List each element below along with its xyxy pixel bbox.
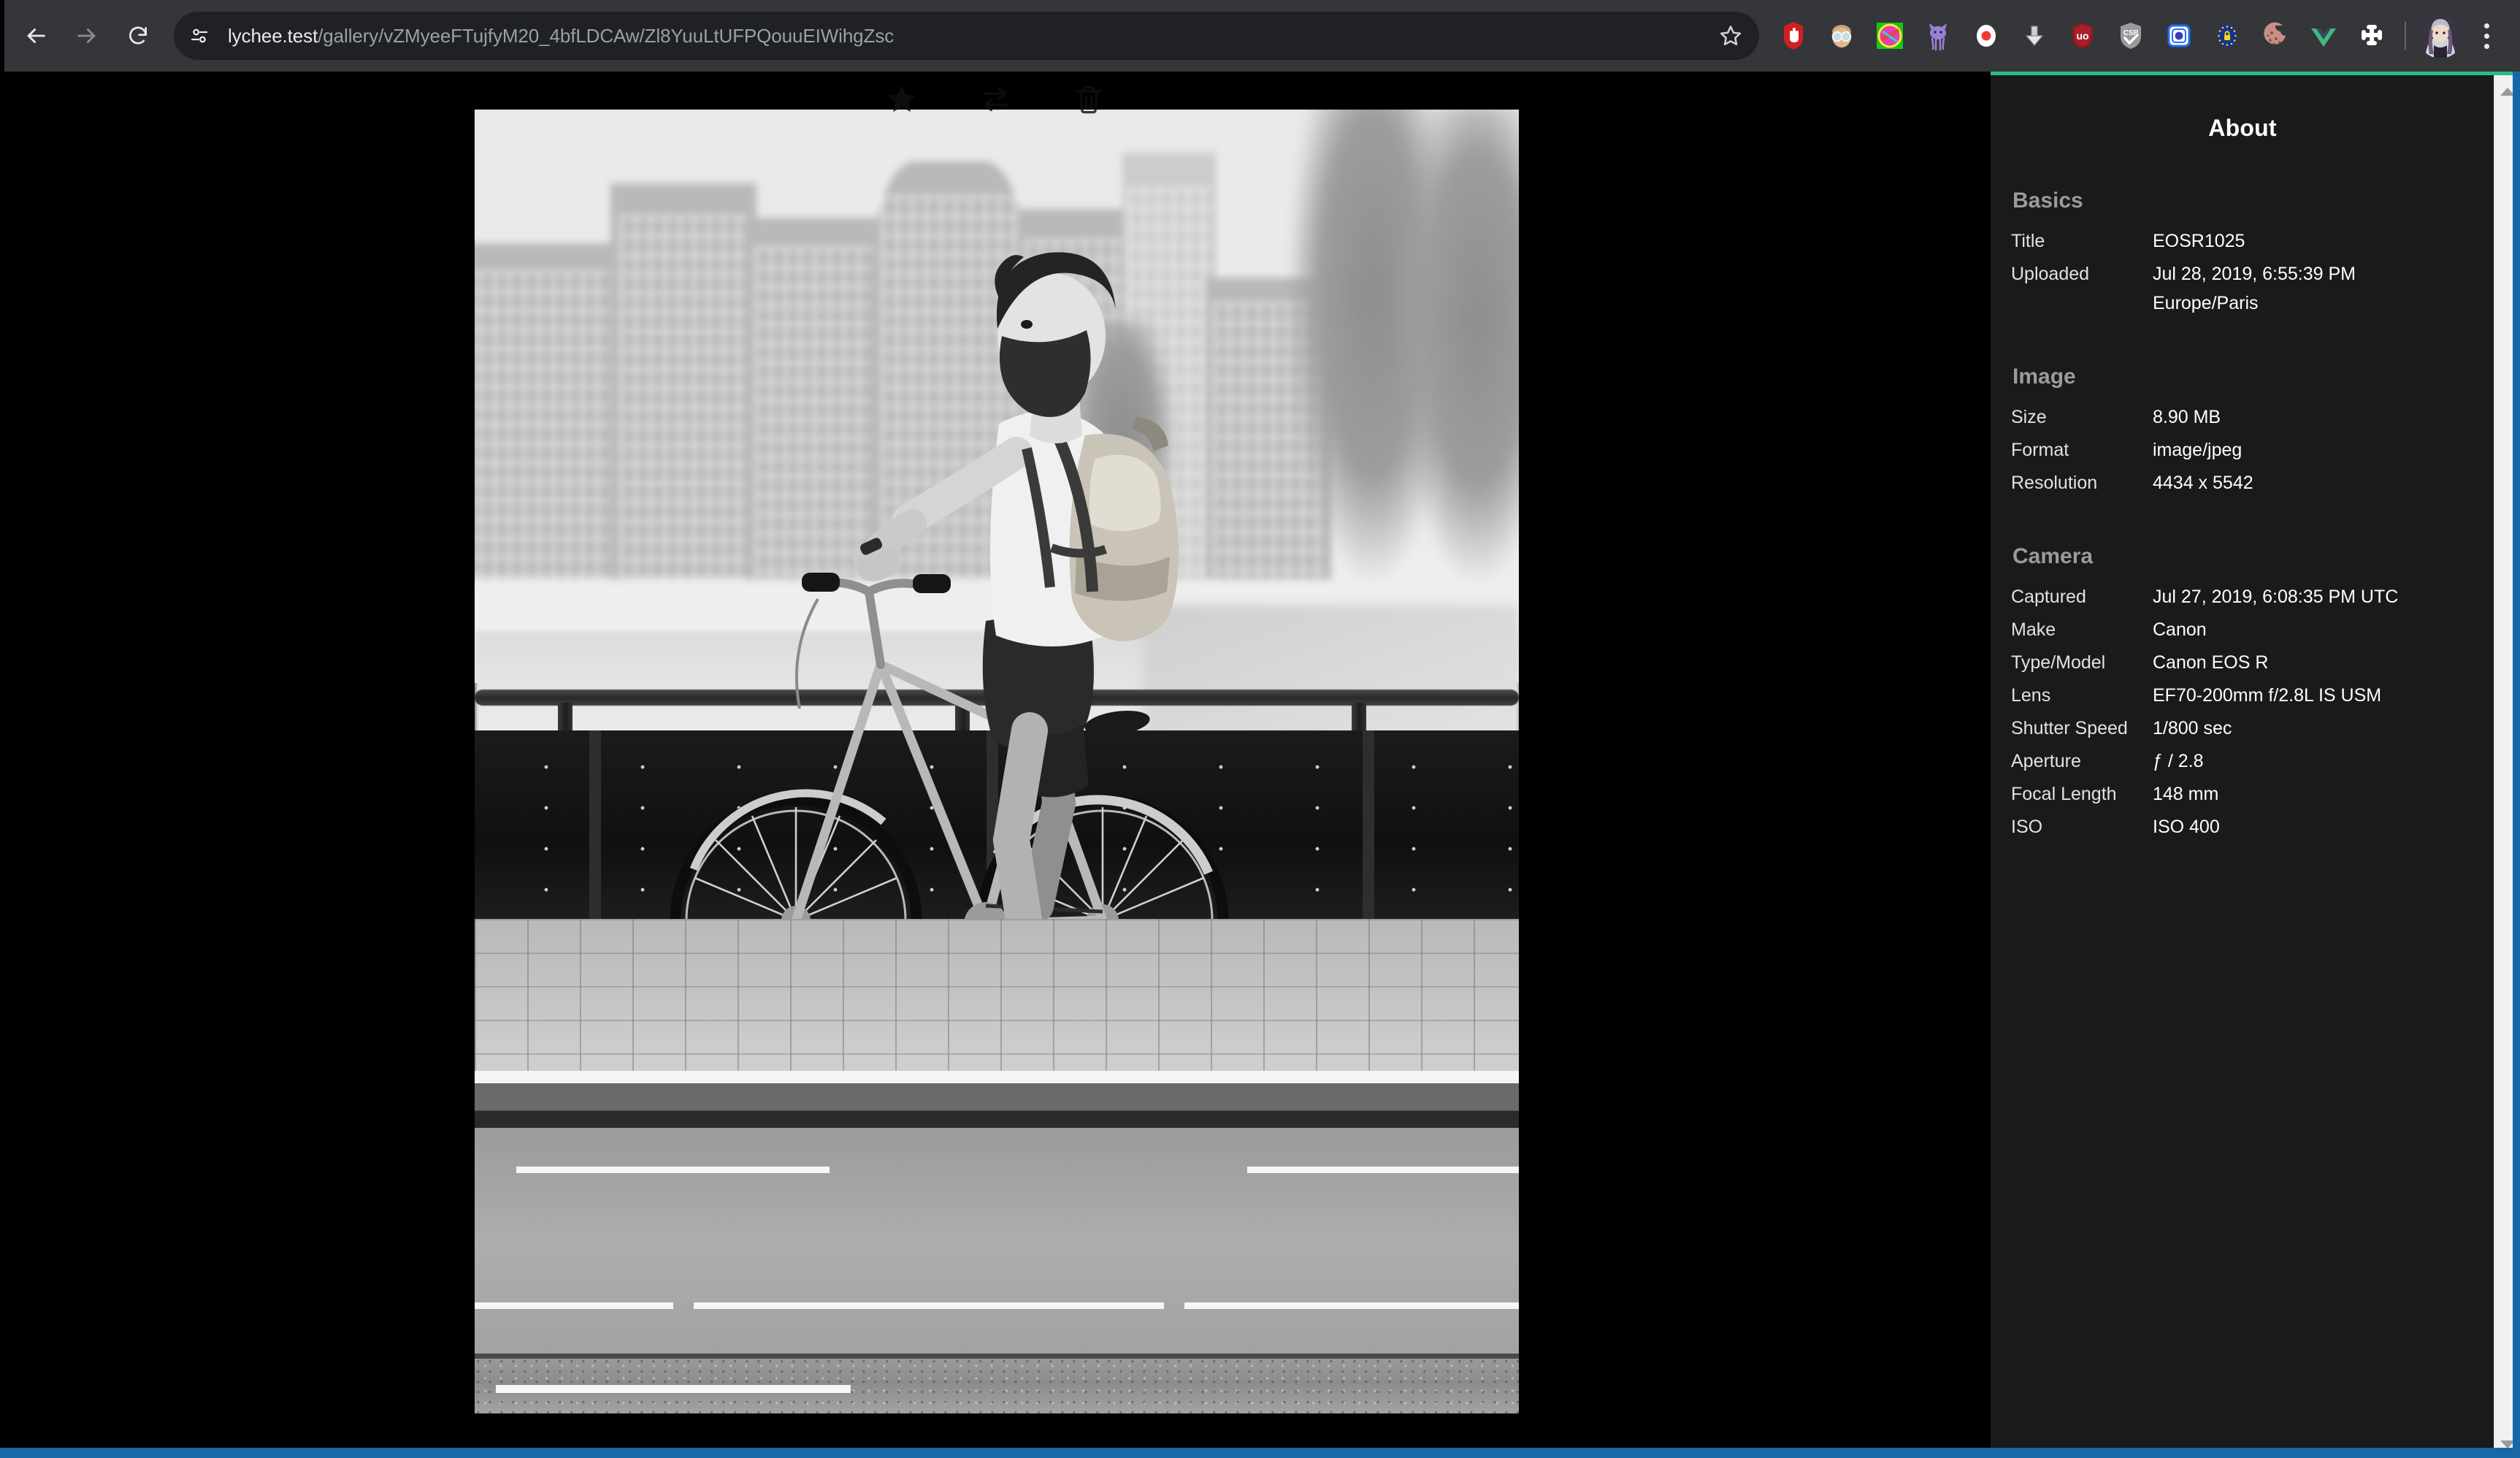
photo-pavement xyxy=(475,919,1519,1071)
field-value: EF70-200mm f/2.8L IS USM xyxy=(2153,685,2382,706)
photo-image[interactable] xyxy=(475,110,1519,1413)
toolbar-divider xyxy=(2405,21,2406,50)
avatar[interactable] xyxy=(2418,13,2463,58)
field-label: Type/Model xyxy=(2011,652,2106,673)
back-button[interactable] xyxy=(13,13,58,58)
field-label: Title xyxy=(2011,231,2045,251)
field-label: Size xyxy=(2011,407,2047,427)
puzzle-piece-icon[interactable] xyxy=(2348,12,2396,60)
gdpr-badge-icon[interactable] xyxy=(2203,12,2251,60)
section-heading-basics: Basics xyxy=(2012,188,2083,213)
window-edge-left xyxy=(0,0,4,72)
menu-dot xyxy=(2483,33,2489,39)
field-label: Lens xyxy=(2011,685,2051,706)
field-label: Aperture xyxy=(2011,751,2081,771)
address-bar[interactable]: lychee.test/gallery/vZMyeeFTujfyM20_4bfL… xyxy=(174,12,1759,60)
url-host: lychee.test xyxy=(228,25,318,47)
download-icon[interactable] xyxy=(2010,12,2058,60)
cookie-icon[interactable] xyxy=(2251,12,2299,60)
csp-shield-icon[interactable]: CSP xyxy=(2107,12,2155,60)
page-body: About Basics Title EOSR1025 Uploaded Jul… xyxy=(0,72,2520,1458)
field-value: Canon xyxy=(2153,619,2207,640)
window-edge-bottom xyxy=(0,1448,2520,1458)
chrome-menu-button[interactable] xyxy=(2466,12,2507,60)
bookmark-star-icon[interactable] xyxy=(1714,19,1747,53)
table-row: Uploaded Jul 28, 2019, 6:55:39 PM Europe… xyxy=(2011,259,2474,318)
table-row: Size 8.90 MB xyxy=(2011,402,2474,432)
table-row: Make Canon xyxy=(2011,615,2474,644)
field-label: Make xyxy=(2011,619,2056,640)
field-label: Uploaded xyxy=(2011,264,2090,284)
browser-toolbar: lychee.test/gallery/vZMyeeFTujfyM20_4bfL… xyxy=(0,0,2520,72)
field-label: Focal Length xyxy=(2011,784,2117,804)
field-value: ƒ / 2.8 xyxy=(2153,751,2204,771)
adblock-icon[interactable] xyxy=(1769,12,1818,60)
table-row: Focal Length 148 mm xyxy=(2011,779,2474,809)
field-label: Captured xyxy=(2011,587,2086,607)
field-value: Jul 27, 2019, 6:08:35 PM UTC xyxy=(2153,587,2399,607)
face-privacy-icon[interactable] xyxy=(1818,12,1866,60)
table-row: Format image/jpeg xyxy=(2011,435,2474,465)
table-row: Shutter Speed 1/800 sec xyxy=(2011,714,2474,743)
field-value: 1/800 sec xyxy=(2153,718,2232,738)
trash-icon[interactable] xyxy=(1068,79,1109,120)
section-heading-camera: Camera xyxy=(2012,544,2094,568)
field-value: Canon EOS R xyxy=(2153,652,2269,673)
screen-recorder-icon[interactable] xyxy=(1962,12,2010,60)
table-row: Type/Model Canon EOS R xyxy=(2011,648,2474,677)
forward-button[interactable] xyxy=(64,13,110,58)
lane-marking xyxy=(1247,1167,1519,1174)
photo-road xyxy=(475,1128,1519,1358)
about-sidebar-content: About Basics Title EOSR1025 Uploaded Jul… xyxy=(1991,75,2494,1458)
field-value: image/jpeg xyxy=(2153,440,2243,460)
table-row: ISO ISO 400 xyxy=(2011,812,2474,841)
photo-viewport[interactable] xyxy=(0,72,1991,1458)
extensions-tray: uo CSP xyxy=(1769,0,2507,72)
move-icon[interactable] xyxy=(975,79,1016,120)
field-label: ISO xyxy=(2011,817,2043,837)
field-label: Resolution xyxy=(2011,473,2098,493)
table-row: Resolution 4434 x 5542 xyxy=(2011,468,2474,497)
vue-devtools-icon[interactable] xyxy=(2299,12,2348,60)
field-value: Jul 28, 2019, 6:55:39 PM Europe/Paris xyxy=(2153,264,2356,313)
about-sidebar: About Basics Title EOSR1025 Uploaded Jul… xyxy=(1991,72,2520,1458)
photo-action-toolbar xyxy=(0,79,1991,120)
blue-square-icon[interactable] xyxy=(2155,12,2203,60)
field-value: 8.90 MB xyxy=(2153,407,2221,427)
window-edge-right xyxy=(2513,72,2520,1458)
lane-marking xyxy=(516,1167,830,1174)
field-value: 4434 x 5542 xyxy=(2153,473,2253,493)
lane-marking xyxy=(475,1302,673,1309)
page-title: About xyxy=(2208,115,2277,141)
lane-marking xyxy=(495,1384,851,1393)
lane-marking xyxy=(1184,1302,1519,1309)
field-value: EOSR1025 xyxy=(2153,231,2245,251)
table-row: Aperture ƒ / 2.8 xyxy=(2011,747,2474,776)
menu-dot xyxy=(2483,43,2489,49)
table-row: Title EOSR1025 xyxy=(2011,226,2474,256)
table-row: Captured Jul 27, 2019, 6:08:35 PM UTC xyxy=(2011,582,2474,611)
colorful-shield-icon[interactable] xyxy=(1866,12,1914,60)
section-heading-image: Image xyxy=(2012,364,2076,389)
ublock-origin-icon[interactable]: uo xyxy=(2058,12,2107,60)
photo-curb xyxy=(475,1070,1519,1129)
url-text[interactable]: lychee.test/gallery/vZMyeeFTujfyM20_4bfL… xyxy=(228,12,1707,60)
field-label: Shutter Speed xyxy=(2011,718,2128,738)
reload-button[interactable] xyxy=(115,13,161,58)
url-path: /gallery/vZMyeeFTujfyM20_4bfLDCAw/Zl8Yuu… xyxy=(318,25,895,47)
lane-marking xyxy=(694,1302,1164,1309)
menu-dot xyxy=(2483,23,2489,28)
svg-text:uo: uo xyxy=(2076,30,2088,42)
photo-tram-rail xyxy=(475,1353,1519,1359)
star-icon[interactable] xyxy=(881,79,922,120)
site-settings-icon[interactable] xyxy=(181,18,218,54)
field-label: Format xyxy=(2011,440,2069,460)
purple-cat-icon[interactable] xyxy=(1914,12,1962,60)
field-value: ISO 400 xyxy=(2153,817,2220,837)
field-value: 148 mm xyxy=(2153,784,2219,804)
table-row: Lens EF70-200mm f/2.8L IS USM xyxy=(2011,681,2474,710)
